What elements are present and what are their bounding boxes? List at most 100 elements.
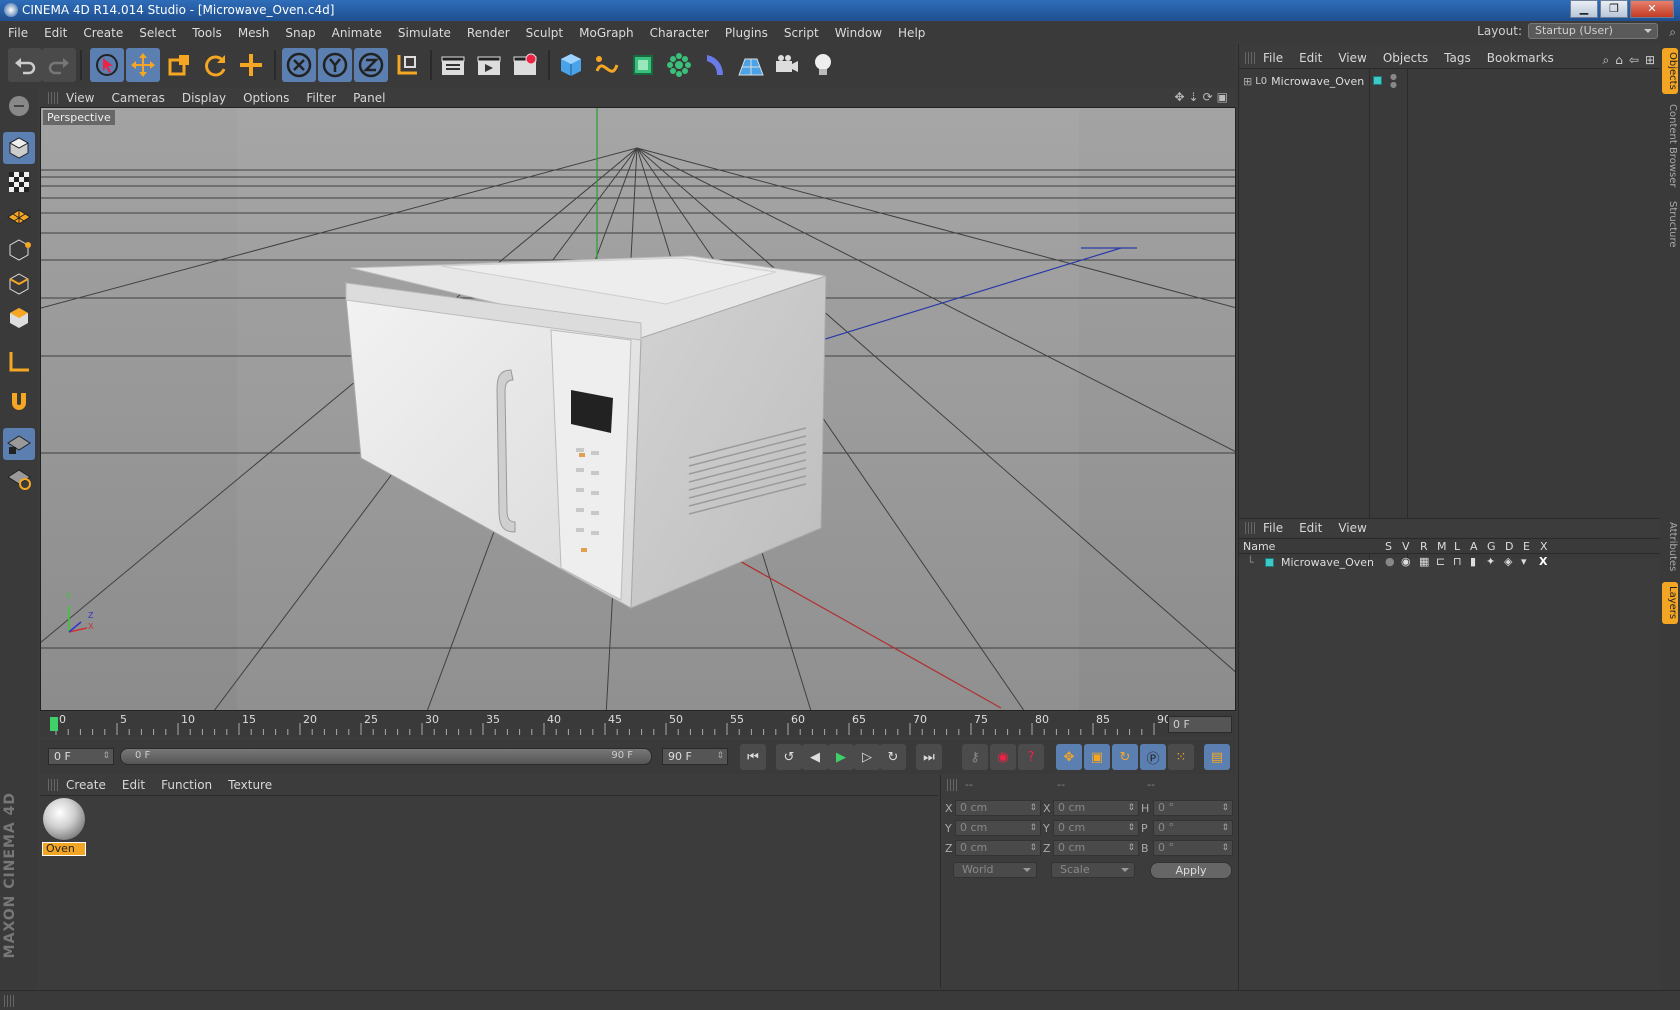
scale-tool-button[interactable] (162, 48, 196, 82)
make-editable-button[interactable] (3, 90, 35, 122)
tab-content-browser[interactable]: Content Browser (1662, 100, 1678, 192)
xref-icon[interactable]: X (1539, 555, 1547, 568)
tab-objects[interactable]: Objects (1662, 48, 1678, 94)
workplane-mode-button[interactable] (3, 200, 35, 232)
planar-workplane-button[interactable] (3, 462, 35, 494)
manager-tree-icon[interactable]: ⊏ (1436, 555, 1445, 568)
layers-menu-file[interactable]: File (1263, 521, 1283, 535)
panel-grip[interactable] (48, 778, 58, 791)
material-menu-texture[interactable]: Texture (228, 778, 272, 792)
viewport-menu-filter[interactable]: Filter (306, 91, 336, 105)
solo-dot-icon[interactable]: ● (1385, 555, 1395, 568)
next-key-button[interactable]: ↻ (880, 744, 906, 770)
material-menu-edit[interactable]: Edit (122, 778, 145, 792)
frame-range-slider[interactable]: 0 F 90 F (120, 748, 652, 765)
layer-row[interactable]: └ Microwave_Oven ● ◉ ▦ ⊏ ⊓ ▮ ✦ ◈ ▾ X (1239, 555, 1661, 571)
object-search-icon[interactable]: ⌕ (1603, 53, 1610, 68)
autokeying-button[interactable]: ◉ (990, 744, 1016, 770)
objects-menu-bookmarks[interactable]: Bookmarks (1487, 51, 1554, 65)
menu-edit[interactable]: Edit (44, 26, 67, 40)
maximize-button[interactable]: ❐ (1600, 0, 1628, 18)
position-x-field[interactable]: 0 cm (955, 800, 1041, 816)
redo-button[interactable] (42, 48, 76, 82)
menu-animate[interactable]: Animate (332, 26, 382, 40)
expand-toggle-icon[interactable]: ⊞ (1243, 75, 1252, 88)
go-to-start-button[interactable]: ⏮ (740, 744, 766, 770)
rotation-h-field[interactable]: 0 ° (1153, 800, 1233, 816)
axis-mode-button[interactable] (3, 346, 35, 378)
x-axis-lock-button[interactable] (282, 48, 316, 82)
menu-create[interactable]: Create (83, 26, 123, 40)
live-selection-button[interactable] (90, 48, 124, 82)
rotation-b-field[interactable]: 0 ° (1153, 840, 1233, 856)
record-keys-button[interactable]: ⚷ (962, 744, 988, 770)
layer-color-tag[interactable] (1373, 76, 1382, 85)
coordinate-system-button[interactable] (390, 48, 424, 82)
new-window-icon[interactable]: ⊞ (1645, 53, 1655, 68)
next-frame-button[interactable]: ▷ (854, 744, 880, 770)
key-pla-button[interactable]: ⁙ (1168, 744, 1194, 770)
back-arrow-icon[interactable]: ⇦ (1629, 53, 1639, 68)
previous-frame-button[interactable]: ◀ (802, 744, 828, 770)
object-tree-row[interactable]: ⊞ L0 Microwave_Oven ● ● (1243, 73, 1397, 89)
undo-button[interactable] (8, 48, 42, 82)
points-mode-button[interactable] (3, 234, 35, 266)
cube-primitive-button[interactable] (554, 48, 588, 82)
move-tool-button[interactable] (126, 48, 160, 82)
camera-button[interactable] (770, 48, 804, 82)
viewport-menu-view[interactable]: View (66, 91, 94, 105)
size-x-field[interactable]: 0 cm (1053, 800, 1139, 816)
material-swatch[interactable]: Oven (42, 798, 86, 858)
size-y-field[interactable]: 0 cm (1053, 820, 1139, 836)
perspective-viewport[interactable]: Perspective Y X Z (40, 107, 1236, 711)
layers-menu-view[interactable]: View (1338, 521, 1366, 535)
menu-plugins[interactable]: Plugins (725, 26, 768, 40)
layout-dropdown[interactable]: Startup (User) (1528, 23, 1658, 39)
viewport-rotate-icon[interactable]: ⟳ (1203, 90, 1213, 104)
objects-menu-tags[interactable]: Tags (1444, 51, 1471, 65)
tab-layers[interactable]: Layers (1662, 582, 1678, 624)
viewport-menu-cameras[interactable]: Cameras (111, 91, 164, 105)
search-icon[interactable]: ⌕ (1669, 25, 1676, 40)
apply-button[interactable]: Apply (1150, 862, 1232, 879)
panel-grip[interactable] (947, 778, 957, 791)
menu-simulate[interactable]: Simulate (398, 26, 451, 40)
objects-menu-edit[interactable]: Edit (1299, 51, 1322, 65)
menu-character[interactable]: Character (650, 26, 709, 40)
snap-button[interactable] (3, 386, 35, 418)
viewport-menu-display[interactable]: Display (182, 91, 226, 105)
light-button[interactable] (806, 48, 840, 82)
rotate-tool-button[interactable] (198, 48, 232, 82)
coordinate-space-dropdown[interactable]: World (953, 862, 1037, 878)
menu-select[interactable]: Select (139, 26, 176, 40)
polygons-mode-button[interactable] (3, 302, 35, 334)
panel-grip[interactable] (1245, 51, 1255, 64)
position-z-field[interactable]: 0 cm (955, 840, 1041, 856)
viewport-zoom-icon[interactable]: ⇣ (1189, 90, 1199, 104)
position-y-field[interactable]: 0 cm (955, 820, 1041, 836)
home-icon[interactable]: ⌂ (1615, 53, 1623, 68)
viewport-menu-panel[interactable]: Panel (353, 91, 385, 105)
tab-structure[interactable]: Structure (1662, 196, 1678, 252)
last-tool-button[interactable] (234, 48, 268, 82)
menu-help[interactable]: Help (898, 26, 925, 40)
deformer-icon[interactable]: ◈ (1504, 555, 1512, 568)
current-frame-field[interactable]: 0 F (1168, 716, 1232, 733)
key-rotation-button[interactable]: ↻ (1112, 744, 1138, 770)
viewport-toggle-icon[interactable]: ▣ (1217, 90, 1228, 104)
menu-file[interactable]: File (8, 26, 28, 40)
rotation-p-field[interactable]: 0 ° (1153, 820, 1233, 836)
menu-window[interactable]: Window (835, 26, 882, 40)
objects-menu-view[interactable]: View (1338, 51, 1366, 65)
size-z-field[interactable]: 0 cm (1053, 840, 1139, 856)
viewport-menu-options[interactable]: Options (243, 91, 289, 105)
objects-menu-file[interactable]: File (1263, 51, 1283, 65)
viewport-move-icon[interactable]: ✥ (1174, 90, 1184, 104)
menu-sculpt[interactable]: Sculpt (526, 26, 563, 40)
keyframe-selection-button[interactable]: ? (1018, 744, 1044, 770)
timeline-ruler[interactable]: 0 5 10 15 20 25 30 35 40 45 50 55 60 65 70 75 80 85 90 0 F (40, 713, 1236, 737)
start-frame-field[interactable]: 0 F (48, 748, 114, 765)
render-settings-button[interactable] (508, 48, 542, 82)
key-position-button[interactable]: ✥ (1056, 744, 1082, 770)
key-parameter-button[interactable]: Ⓟ (1140, 744, 1166, 770)
